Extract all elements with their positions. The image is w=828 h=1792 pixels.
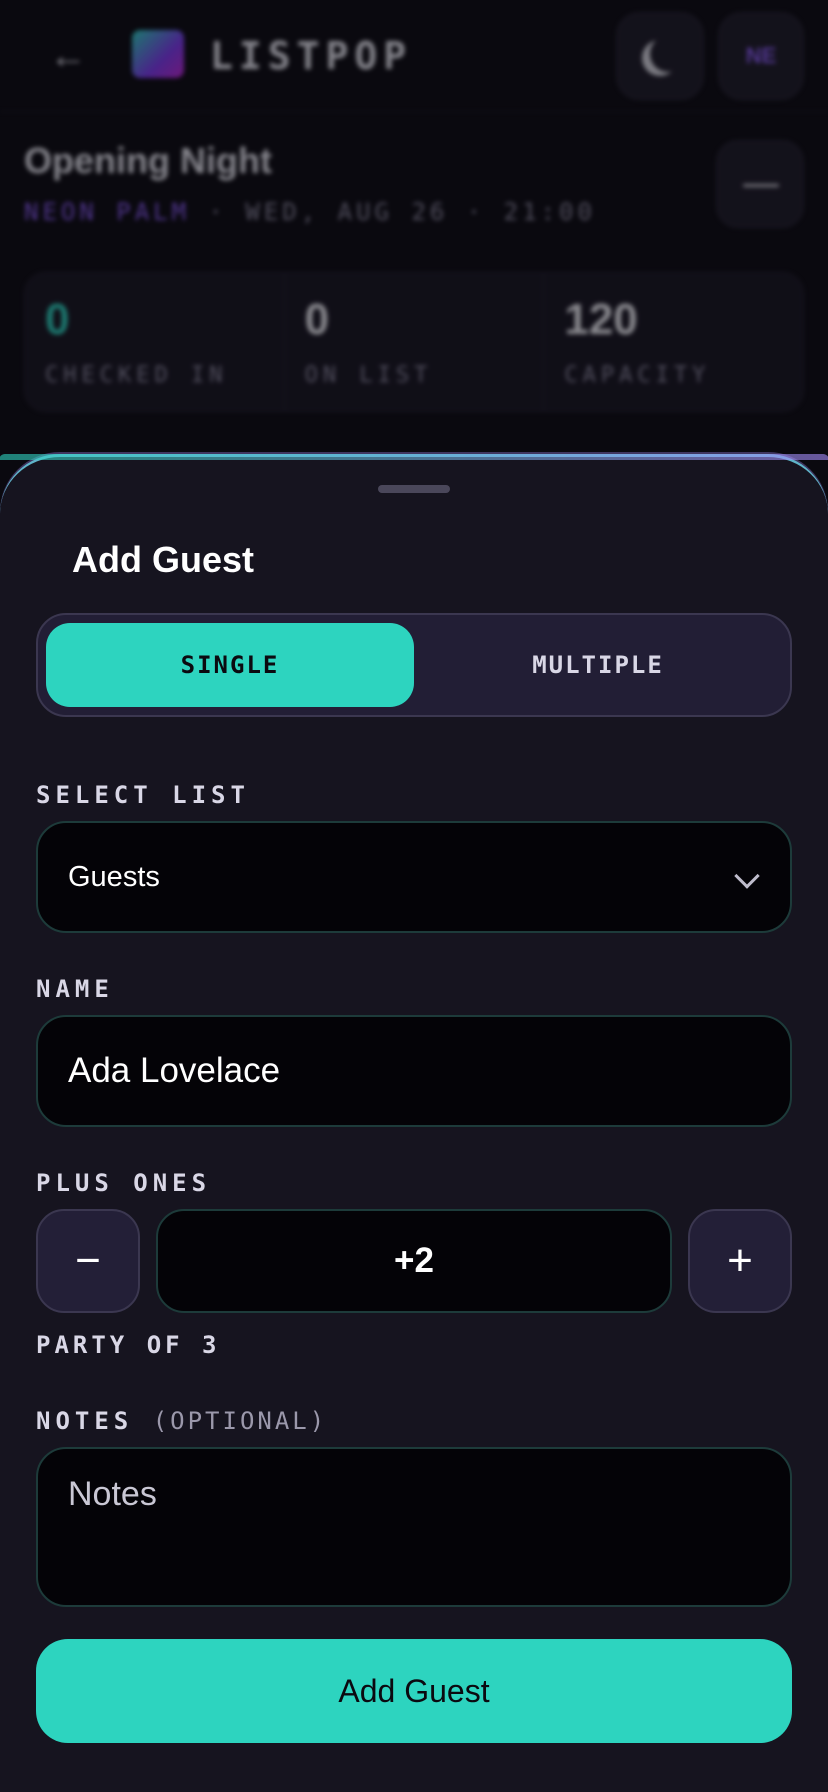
stat-on-list: 0 ON LIST xyxy=(285,273,545,411)
decrement-button[interactable]: − xyxy=(36,1209,140,1313)
sheet-title: Add Guest xyxy=(72,539,255,580)
stats-card: 0 CHECKED IN 0 ON LIST 120 CAPACITY xyxy=(24,272,804,412)
plus-icon: + xyxy=(727,1236,753,1285)
sheet-grabber[interactable] xyxy=(378,485,450,493)
collapse-button[interactable] xyxy=(716,140,804,228)
select-list-dropdown[interactable]: Guests xyxy=(36,821,792,933)
plus-ones-label: PLUS ONES xyxy=(36,1169,212,1197)
arrow-left-icon: ← xyxy=(49,35,87,77)
stat-label: ON LIST xyxy=(304,363,433,388)
select-list-label: SELECT LIST xyxy=(36,781,250,809)
background-screen: ← LISTPOP NE Opening Night NEON PALM · W… xyxy=(0,0,828,470)
stat-value: 120 xyxy=(564,295,638,344)
event-datetime: · WED, AUG 26 · 21:00 xyxy=(190,198,596,226)
notes-textarea[interactable]: Notes xyxy=(36,1447,792,1607)
stat-label: CAPACITY xyxy=(564,363,711,388)
event-meta: NEON PALM · WED, AUG 26 · 21:00 xyxy=(24,198,596,226)
listpop-logo-icon xyxy=(132,30,184,78)
event-title: Opening Night xyxy=(24,140,272,181)
app-name: LISTPOP xyxy=(210,34,413,78)
stat-label: CHECKED IN xyxy=(45,363,228,388)
notes-label: NOTES (OPTIONAL) xyxy=(36,1407,327,1435)
moon-icon xyxy=(650,36,686,72)
back-button[interactable]: ← xyxy=(44,36,92,76)
mode-segmented-control: SINGLE MULTIPLE xyxy=(36,613,792,717)
mode-single-tab[interactable]: SINGLE xyxy=(46,623,414,707)
minus-icon: − xyxy=(75,1236,101,1285)
notes-optional-text: (OPTIONAL) xyxy=(152,1407,328,1435)
add-guest-button[interactable]: Add Guest xyxy=(36,1639,792,1743)
chevron-down-icon xyxy=(734,863,760,889)
name-label: NAME xyxy=(36,975,114,1003)
stat-checked-in: 0 CHECKED IN xyxy=(25,273,285,411)
plus-ones-value: +2 xyxy=(156,1209,672,1313)
select-list-value: Guests xyxy=(68,860,160,893)
top-bar: ← LISTPOP NE xyxy=(0,0,828,112)
stat-value: 0 xyxy=(304,295,330,344)
name-input[interactable]: Ada Lovelace xyxy=(36,1015,792,1127)
event-venue: NEON PALM xyxy=(24,198,191,226)
stat-value: 0 xyxy=(45,295,70,344)
avatar[interactable]: NE xyxy=(718,12,804,100)
mode-multiple-tab[interactable]: MULTIPLE xyxy=(414,623,782,707)
theme-toggle-button[interactable] xyxy=(616,12,704,100)
notes-placeholder: Notes xyxy=(68,1475,157,1513)
stat-capacity: 120 CAPACITY xyxy=(544,273,803,411)
add-guest-sheet: Add Guest SINGLE MULTIPLE SELECT LIST Gu… xyxy=(0,454,828,1792)
name-value: Ada Lovelace xyxy=(68,1051,281,1090)
party-size-text: PARTY OF 3 xyxy=(36,1331,221,1359)
avatar-initials: NE xyxy=(745,43,777,68)
notes-label-text: NOTES xyxy=(36,1407,134,1435)
increment-button[interactable]: + xyxy=(688,1209,792,1313)
